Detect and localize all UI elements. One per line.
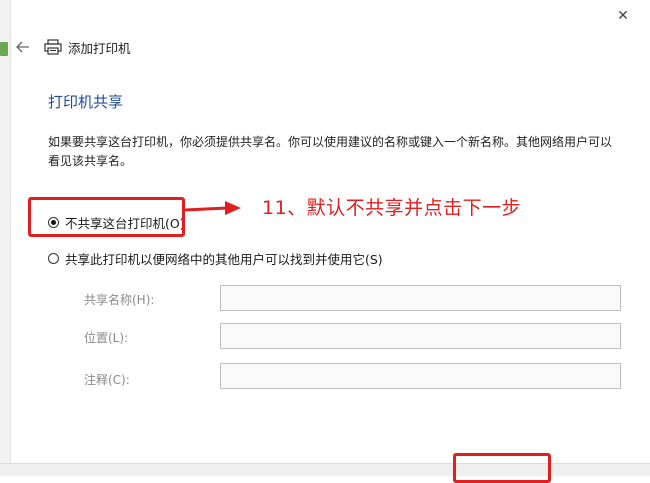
section-description: 如果要共享这台打印机，你必须提供共享名。你可以使用建议的名称或键入一个新名称。其… — [48, 135, 613, 168]
dialog-title: 添加打印机 — [68, 40, 131, 56]
next-button-highlight[interactable] — [453, 453, 551, 483]
radio-share-label: 共享此打印机以便网络中的其他用户可以找到并使用它(S) — [65, 252, 383, 267]
back-button[interactable] — [14, 38, 32, 56]
close-button[interactable]: ✕ — [614, 7, 632, 25]
location-input[interactable] — [220, 323, 621, 349]
location-label: 位置(L): — [84, 331, 129, 345]
share-name-label: 共享名称(H): — [84, 293, 155, 307]
share-name-input[interactable] — [220, 285, 621, 311]
comment-label: 注释(C): — [84, 373, 130, 387]
dialog-footer — [0, 463, 650, 476]
background-app-icon — [0, 42, 8, 56]
radio-share[interactable]: 共享此打印机以便网络中的其他用户可以找到并使用它(S) — [48, 249, 383, 268]
annotation-arrow-icon — [184, 201, 241, 215]
annotation-text: 11、默认不共享并点击下一步 — [262, 197, 522, 219]
dialog-header: 添加打印机 — [14, 36, 131, 58]
comment-input[interactable] — [220, 363, 621, 389]
printer-icon — [44, 39, 62, 55]
background-window-strip — [0, 0, 11, 475]
radio-button-unchecked[interactable] — [48, 253, 59, 264]
back-arrow-icon — [16, 41, 29, 53]
section-title: 打印机共享 — [48, 93, 124, 111]
close-icon: ✕ — [617, 8, 629, 24]
annotation-highlight-box — [28, 197, 185, 237]
